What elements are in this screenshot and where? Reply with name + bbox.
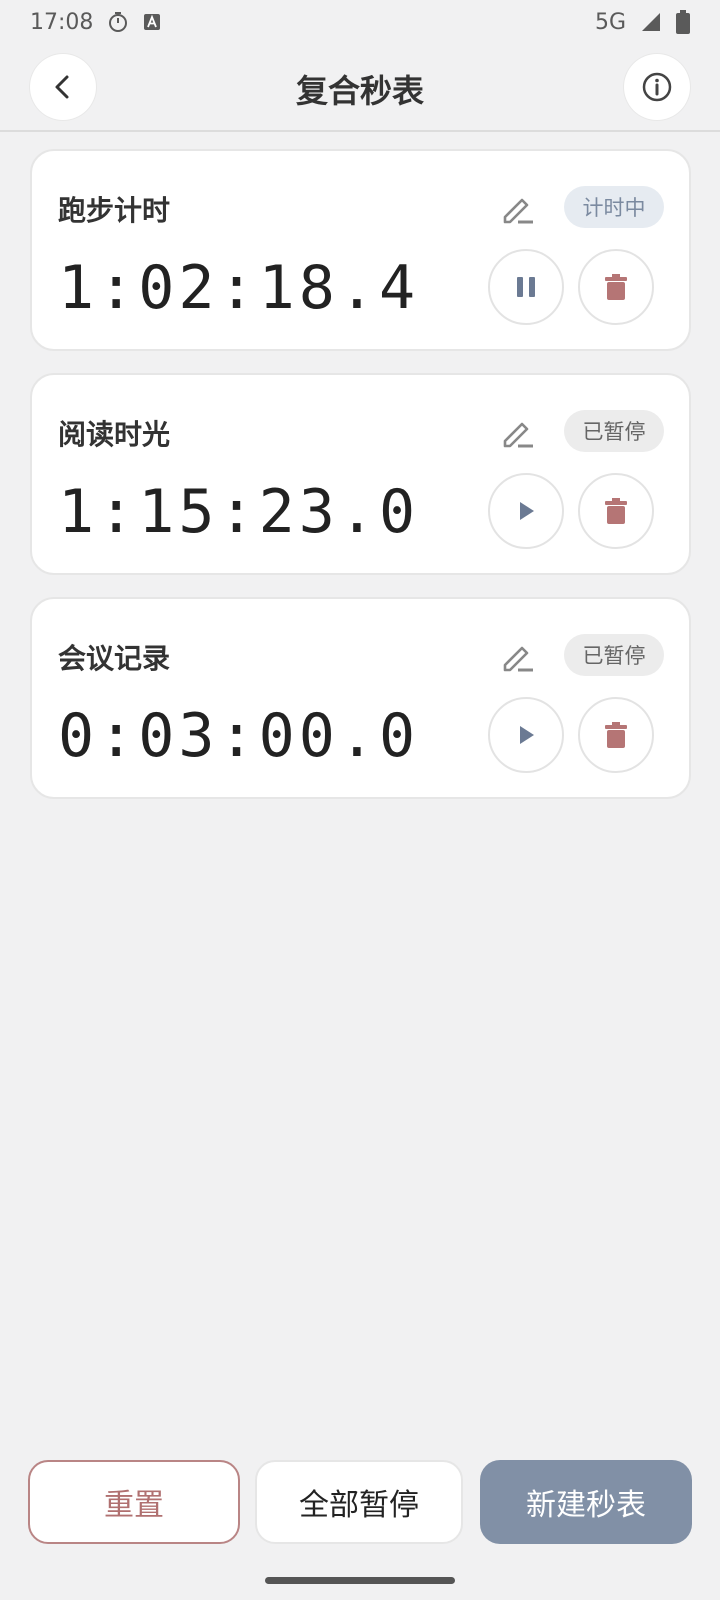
- home-indicator[interactable]: [265, 1577, 455, 1584]
- play-button[interactable]: [488, 473, 564, 549]
- info-button[interactable]: [624, 54, 690, 120]
- edit-icon[interactable]: [500, 191, 536, 227]
- status-time: 17:08: [30, 9, 94, 35]
- network-label: 5G: [594, 9, 626, 35]
- timer-value: 1:02:18.4: [58, 253, 420, 323]
- page-title: 复合秒表: [295, 72, 424, 110]
- new-stopwatch-button[interactable]: 新建秒表: [480, 1460, 692, 1544]
- stopwatch-icon: [107, 11, 129, 33]
- timer-value: 1:15:23.0: [58, 477, 420, 547]
- signal-icon: [640, 11, 662, 33]
- timer-name: 跑步计时: [58, 194, 171, 227]
- status-badge: 已暂停: [564, 410, 664, 452]
- trash-icon: [605, 274, 627, 300]
- status-bar: 17:08 5G: [0, 0, 720, 44]
- timer-card: 跑步计时 计时中 1:02:18.4: [30, 149, 691, 351]
- status-badge: 计时中: [564, 186, 664, 228]
- play-button[interactable]: [488, 697, 564, 773]
- status-right: 5G: [595, 10, 690, 35]
- status-badge: 已暂停: [564, 634, 664, 676]
- timer-name: 阅读时光: [58, 418, 171, 451]
- timer-name: 会议记录: [58, 642, 171, 675]
- pause-icon: [515, 275, 537, 299]
- app-header: 复合秒表: [0, 48, 720, 132]
- keyboard-a-icon: [143, 13, 161, 31]
- play-icon: [516, 500, 536, 522]
- timer-card: 会议记录 已暂停 0:03:00.0: [30, 597, 691, 799]
- bottom-actions: 重置 全部暂停 新建秒表: [28, 1460, 692, 1544]
- delete-button[interactable]: [578, 249, 654, 325]
- trash-icon: [605, 498, 627, 524]
- reset-button[interactable]: 重置: [28, 1460, 240, 1544]
- timer-value: 0:03:00.0: [58, 701, 420, 771]
- pause-button[interactable]: [488, 249, 564, 325]
- trash-icon: [605, 722, 627, 748]
- pause-all-button[interactable]: 全部暂停: [255, 1460, 463, 1544]
- timer-card: 阅读时光 已暂停 1:15:23.0: [30, 373, 691, 575]
- timer-list: 跑步计时 计时中 1:02:18.4 阅读时光 已暂停 1:15:23.0 会议…: [30, 149, 691, 821]
- play-icon: [516, 724, 536, 746]
- delete-button[interactable]: [578, 697, 654, 773]
- edit-icon[interactable]: [500, 639, 536, 675]
- battery-icon: [676, 10, 690, 34]
- edit-icon[interactable]: [500, 415, 536, 451]
- delete-button[interactable]: [578, 473, 654, 549]
- status-left: 17:08: [30, 10, 161, 35]
- info-icon: [641, 71, 673, 103]
